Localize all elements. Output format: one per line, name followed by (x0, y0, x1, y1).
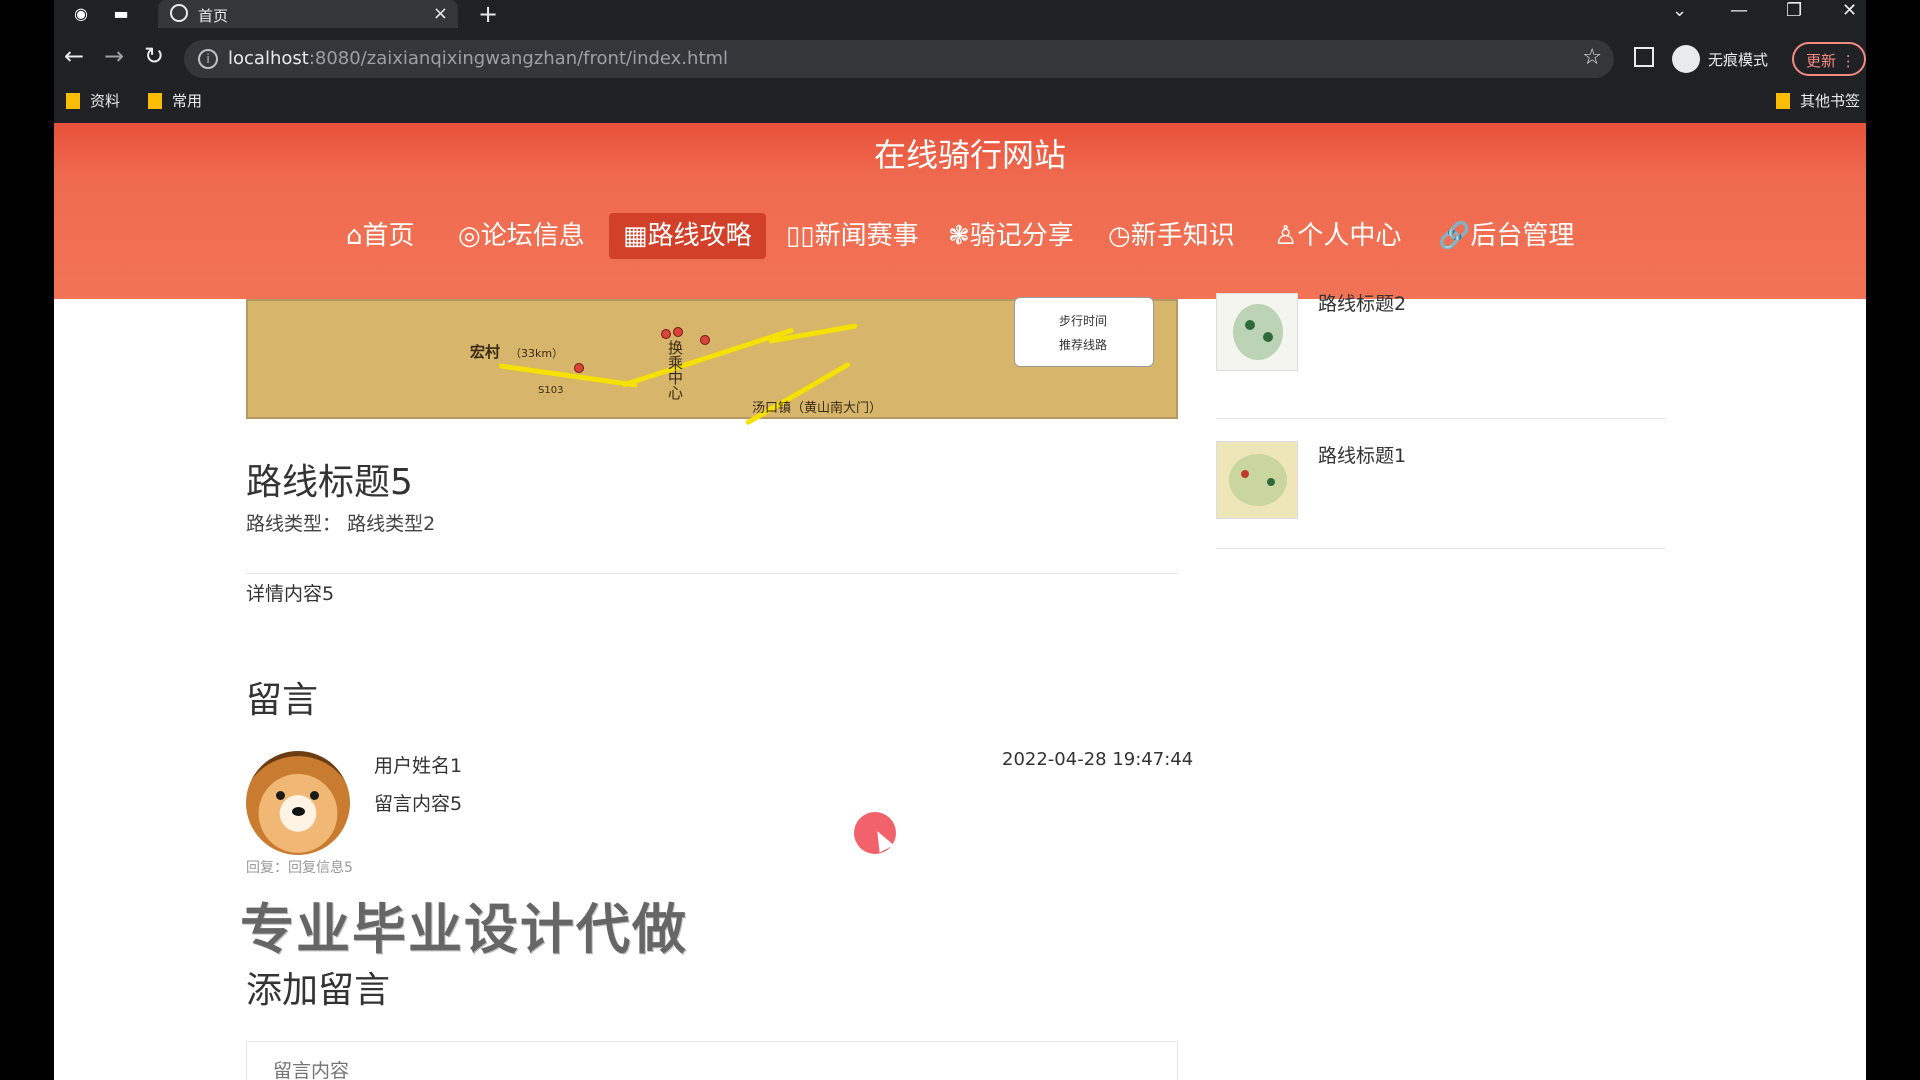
map-marker (661, 329, 671, 339)
globe-icon (170, 4, 188, 22)
map-label-town: 汤口镇（黄山南大门） (752, 401, 883, 416)
route-map-image: 宏村 （33km） 换乘中心 汤口镇（黄山南大门） S103 步行时间 推荐线路 (246, 297, 1178, 426)
map-label-village: 宏村 (470, 343, 501, 361)
nav-forum[interactable]: ◎论坛信息 (444, 213, 599, 259)
nav-admin[interactable]: 🔗后台管理 (1424, 213, 1588, 259)
url-text[interactable]: localhost:8080/zaixianqixingwangzhan/fro… (228, 48, 728, 69)
reload-icon[interactable]: ↻ (144, 42, 164, 70)
folder-icon (66, 93, 80, 109)
map-label-road: S103 (538, 385, 564, 396)
restore-icon[interactable]: ❐ (1786, 0, 1802, 21)
side-panel-icon[interactable] (1634, 47, 1654, 67)
related-route-item[interactable]: 路线标题1 (1216, 419, 1666, 549)
comment-textarea-wrapper (246, 1041, 1178, 1080)
flower-icon: ❃ (948, 221, 970, 251)
nav-share[interactable]: ❃骑记分享 (934, 213, 1088, 259)
update-button[interactable]: 更新 ⋮ (1792, 42, 1866, 76)
globe-icon[interactable]: ◉ (70, 4, 92, 24)
tab-overview-icon[interactable]: ▬ (110, 4, 132, 24)
home-icon: ⌂ (346, 221, 363, 251)
forward-icon[interactable]: → (104, 42, 124, 70)
nav-profile[interactable]: ♙个人中心 (1260, 213, 1415, 259)
comment-username: 用户姓名1 (374, 755, 463, 777)
target-icon: ◎ (458, 221, 481, 251)
close-icon[interactable]: × (433, 3, 448, 24)
back-icon[interactable]: ← (64, 42, 84, 70)
related-route-item[interactable]: 路线标题2 (1216, 289, 1666, 419)
browser-toolbar: ← → ↻ i localhost:8080/zaixianqixingwang… (54, 40, 1866, 78)
comment-timestamp: 2022-04-28 19:47:44 (1002, 749, 1194, 770)
route-content: 详情内容5 (246, 583, 335, 605)
folder-icon (148, 93, 162, 109)
incognito-icon[interactable] (1672, 45, 1700, 73)
nav-beginner[interactable]: ◷新手知识 (1094, 213, 1249, 259)
nav-news[interactable]: ▯▯新闻赛事 (772, 213, 933, 259)
tab-home[interactable]: 首页 × (158, 0, 458, 28)
bookmarks-bar: 资料 常用 其他书签 (54, 88, 1866, 112)
related-route-title[interactable]: 路线标题1 (1318, 441, 1406, 468)
site-header: 在线骑行网站 ⌂首页 ◎论坛信息 ▦路线攻略 ▯▯新闻赛事 ❃骑记分享 ◷新手知… (54, 123, 1866, 299)
tab-strip: ◉ ▬ 首页 × + ⌄ — ❐ ✕ (54, 0, 1866, 28)
watermark-text: 专业毕业设计代做 (240, 898, 688, 961)
screen-border (1866, 0, 1920, 1080)
route-thumbnail (1216, 441, 1298, 519)
incognito-label: 无痕模式 (1708, 51, 1769, 69)
site-title: 在线骑行网站 (873, 136, 1066, 174)
folder-icon (1776, 93, 1790, 109)
map-marker (700, 335, 710, 345)
grid-icon: ▦ (623, 221, 648, 251)
user-icon: ♙ (1274, 221, 1298, 251)
map-marker (673, 327, 683, 337)
map-legend: 步行时间 推荐线路 (1014, 297, 1154, 367)
route-title: 路线标题5 (246, 462, 413, 503)
columns-icon: ▯▯ (786, 221, 815, 251)
power-icon: ◷ (1108, 221, 1131, 251)
browser-chrome: ◉ ▬ 首页 × + ⌄ — ❐ ✕ ← → ↻ i localhost:808… (54, 0, 1866, 123)
link-icon: 🔗 (1438, 221, 1471, 251)
map-label-transfer: 换乘中心 (668, 339, 684, 402)
new-tab-button[interactable]: + (478, 0, 498, 28)
comment-reply: 回复：回复信息5 (246, 860, 353, 876)
chevron-down-icon[interactable]: ⌄ (1672, 0, 1687, 21)
comment-textarea[interactable] (247, 1042, 1177, 1080)
info-icon[interactable]: i (198, 49, 218, 69)
other-bookmarks[interactable]: 其他书签 (1776, 90, 1860, 111)
bookmark-folder[interactable]: 资料 (66, 90, 120, 111)
map-label-distance: （33km） (510, 347, 564, 360)
route-type: 路线类型： 路线类型2 (246, 513, 436, 535)
web-page: 在线骑行网站 ⌂首页 ◎论坛信息 ▦路线攻略 ▯▯新闻赛事 ❃骑记分享 ◷新手知… (54, 123, 1866, 1080)
comment-content: 留言内容5 (374, 793, 463, 815)
address-bar[interactable]: i localhost:8080/zaixianqixingwangzhan/f… (184, 40, 1614, 78)
map-marker (574, 363, 584, 373)
minimize-icon[interactable]: — (1730, 0, 1748, 21)
nav-routes[interactable]: ▦路线攻略 (609, 213, 766, 259)
main-nav: ⌂首页 ◎论坛信息 ▦路线攻略 ▯▯新闻赛事 ❃骑记分享 ◷新手知识 ♙个人中心… (54, 213, 1866, 263)
related-route-title[interactable]: 路线标题2 (1318, 289, 1406, 316)
nav-home[interactable]: ⌂首页 (332, 213, 429, 259)
avatar (246, 751, 350, 855)
route-thumbnail (1216, 293, 1298, 371)
comments-heading: 留言 (246, 680, 319, 721)
map-road (498, 363, 638, 388)
tab-title: 首页 (198, 7, 229, 25)
bookmark-folder[interactable]: 常用 (148, 90, 202, 111)
star-icon[interactable]: ☆ (1582, 45, 1602, 70)
map-road (744, 361, 852, 426)
add-comment-heading: 添加留言 (246, 970, 391, 1011)
window-close-icon[interactable]: ✕ (1842, 0, 1857, 21)
divider (246, 573, 1178, 574)
